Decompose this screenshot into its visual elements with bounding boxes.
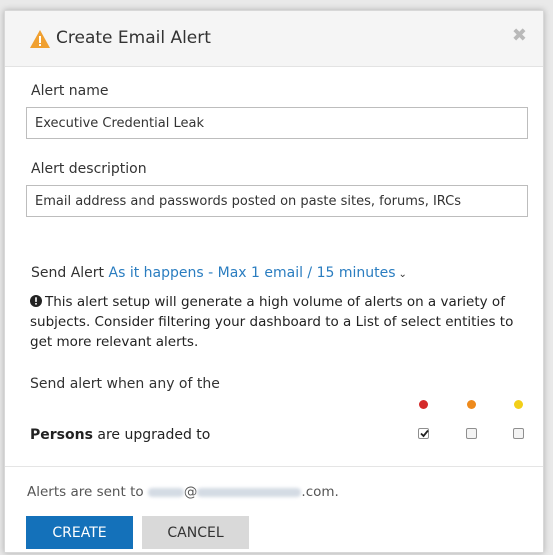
redacted-email-domain <box>197 487 302 497</box>
info-icon <box>30 295 42 307</box>
send-frequency-dropdown[interactable]: As it happens - Max 1 email / 15 minutes… <box>109 265 407 281</box>
dialog-header: Create Email Alert ✖ <box>5 11 543 67</box>
persons-entity: Persons <box>30 427 93 443</box>
cancel-button[interactable]: CANCEL <box>142 516 249 549</box>
severity-low-checkbox[interactable] <box>513 428 524 439</box>
conditions-intro: Send alert when any of the <box>30 376 220 392</box>
persons-condition-text: are upgraded to <box>97 427 211 443</box>
severity-low-dot <box>514 400 523 409</box>
recipient-suffix: .com. <box>301 484 339 500</box>
recipient-prefix: Alerts are sent to <box>27 484 144 500</box>
footer-divider <box>5 466 543 467</box>
redacted-email-user <box>147 487 184 497</box>
alert-name-label: Alert name <box>31 83 109 99</box>
severity-medium-dot <box>467 400 476 409</box>
send-frequency-value: As it happens - Max 1 email / 15 minutes <box>108 265 396 281</box>
close-icon[interactable]: ✖ <box>512 27 527 45</box>
volume-warning-note: This alert setup will generate a high vo… <box>30 292 530 352</box>
alerts-recipient-line: Alerts are sent to @ .com. <box>27 484 339 500</box>
warning-triangle-icon <box>30 30 50 48</box>
alert-description-label: Alert description <box>31 161 147 177</box>
severity-medium-checkbox[interactable] <box>466 428 477 439</box>
create-button[interactable]: CREATE <box>26 516 133 549</box>
chevron-down-icon: ⌄ <box>398 269 407 280</box>
persons-condition-row: Persons are upgraded to <box>30 427 210 443</box>
severity-high-dot <box>419 400 428 409</box>
alert-description-input[interactable] <box>26 185 528 217</box>
create-email-alert-dialog: Create Email Alert ✖ Alert name Alert de… <box>4 10 544 553</box>
dialog-title: Create Email Alert <box>56 28 211 48</box>
alert-name-input[interactable] <box>26 107 528 139</box>
severity-high-checkbox[interactable] <box>418 428 429 439</box>
volume-warning-text: This alert setup will generate a high vo… <box>30 294 514 350</box>
send-alert-label: Send Alert <box>31 265 105 281</box>
recipient-at: @ <box>183 484 198 500</box>
send-alert-row: Send Alert As it happens - Max 1 email /… <box>31 265 407 281</box>
